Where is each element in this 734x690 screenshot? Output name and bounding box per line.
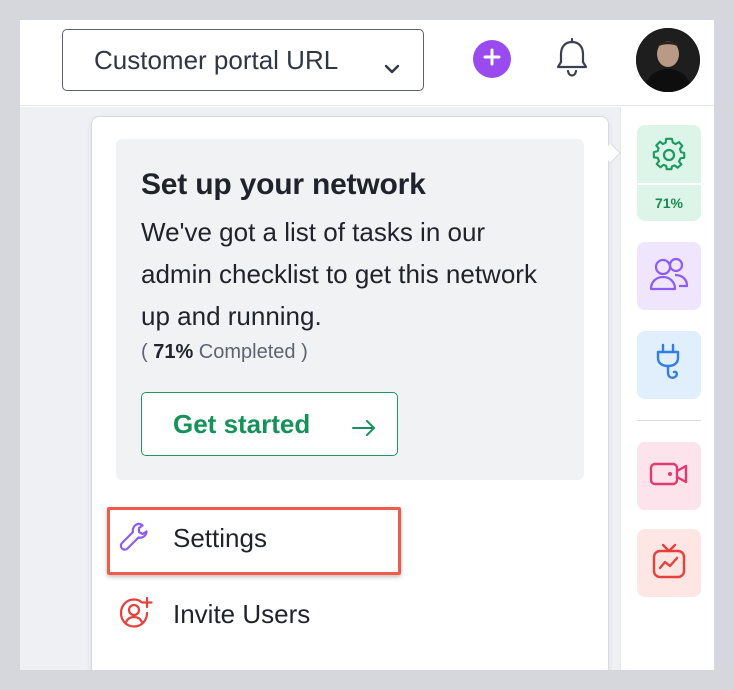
- gear-icon: [651, 125, 687, 183]
- setup-network-card: Set up your network We've got a list of …: [116, 139, 584, 480]
- setup-card-description: We've got a list of tasks in our admin c…: [141, 217, 537, 331]
- create-plus-button[interactable]: [473, 40, 511, 78]
- right-sidebar: 71%: [620, 107, 714, 670]
- progress-divider: [637, 183, 701, 185]
- wrench-icon: [118, 520, 152, 559]
- setup-popover-menu: Set up your network We've got a list of …: [91, 116, 609, 670]
- video-icon: [649, 459, 689, 494]
- progress-open: (: [141, 341, 154, 363]
- menu-item-settings[interactable]: Settings: [92, 507, 608, 567]
- get-started-button[interactable]: Get started: [141, 392, 398, 456]
- get-started-label: Get started: [173, 408, 311, 439]
- menu-item-invite-users[interactable]: Invite Users: [92, 583, 608, 643]
- sidebar-live-button[interactable]: [637, 529, 701, 597]
- sidebar-integrations-button[interactable]: [637, 331, 701, 399]
- top-bar: Customer portal URL: [20, 20, 714, 106]
- portal-button-label: Customer portal URL: [94, 44, 339, 75]
- setup-card-title: Set up your network: [141, 168, 426, 201]
- live-tv-icon: [651, 542, 687, 585]
- arrow-right-icon: [351, 414, 377, 445]
- user-avatar[interactable]: [636, 28, 700, 92]
- users-icon: [649, 256, 689, 297]
- plug-icon: [653, 343, 685, 388]
- setup-progress-text: ( 71% Completed ): [141, 341, 308, 364]
- plus-icon: [482, 47, 502, 72]
- progress-value: 71%: [153, 341, 194, 363]
- sidebar-video-button[interactable]: [637, 442, 701, 510]
- sidebar-progress-value: 71%: [654, 195, 684, 211]
- sidebar-users-button[interactable]: [637, 242, 701, 310]
- bell-icon[interactable]: [554, 37, 590, 84]
- progress-label: Completed ): [193, 341, 308, 363]
- menu-item-invite-users-label: Invite Users: [173, 599, 311, 629]
- sidebar-divider: [637, 420, 701, 421]
- user-plus-icon: [118, 596, 154, 637]
- chevron-down-icon: [383, 52, 401, 83]
- app-frame: Customer portal URL 71% Set up your netw…: [20, 20, 714, 670]
- menu-item-settings-label: Settings: [173, 523, 267, 553]
- customer-portal-url-button[interactable]: Customer portal URL: [62, 29, 424, 91]
- sidebar-setup-progress-button[interactable]: 71%: [637, 125, 701, 221]
